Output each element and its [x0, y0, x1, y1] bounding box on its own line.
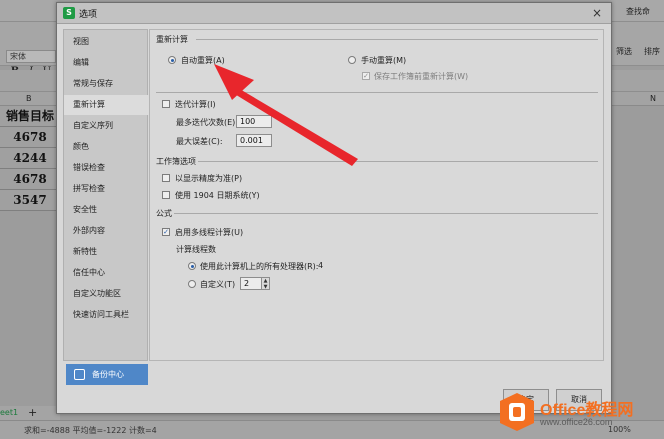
- sidebar-item-edit[interactable]: 编辑: [64, 53, 149, 73]
- sidebar-item-security[interactable]: 安全性: [64, 200, 149, 220]
- save-before-recalc-label[interactable]: 保存工作簿前重新计算(W): [374, 71, 468, 82]
- manual-recalc-label[interactable]: 手动重算(M): [361, 55, 406, 66]
- max-change-input[interactable]: 0.001: [236, 134, 272, 147]
- sheet-tab-bar: eet1 +: [0, 406, 60, 420]
- wps-app-icon: S: [63, 7, 75, 19]
- find-command-label[interactable]: 查找命: [626, 6, 650, 17]
- filter-label[interactable]: 筛选: [616, 46, 632, 57]
- manual-recalc-radio[interactable]: [348, 56, 356, 64]
- processor-count: 4: [318, 261, 324, 270]
- sidebar-item-general-save[interactable]: 常规与保存: [64, 74, 149, 94]
- sidebar-item-external-content[interactable]: 外部内容: [64, 221, 149, 241]
- max-iterations-input[interactable]: 100: [236, 115, 272, 128]
- workbook-section-title: 工作簿选项: [156, 157, 196, 166]
- sidebar-item-error-checking[interactable]: 错误检查: [64, 158, 149, 178]
- recalc-section-title: 重新计算: [156, 35, 188, 44]
- auto-recalc-label[interactable]: 自动重算(A): [181, 55, 225, 66]
- options-dialog: S 选项 × 视图 编辑 常规与保存 重新计算 自定义序列 颜色 错误检查 拼写…: [56, 2, 612, 414]
- backup-icon: [74, 369, 85, 380]
- divider: [174, 213, 598, 214]
- recalculation-panel: 重新计算 自动重算(A) 手动重算(M) ✓ 保存工作簿前重新计算(W) 迭代计…: [149, 29, 604, 361]
- close-button[interactable]: ×: [589, 5, 605, 21]
- sidebar-item-custom-lists[interactable]: 自定义序列: [64, 116, 149, 136]
- column-b-header[interactable]: B: [26, 94, 32, 103]
- dialog-title: 选项: [79, 10, 98, 20]
- formula-section-title: 公式: [156, 209, 172, 218]
- threads-title: 计算线程数: [176, 245, 216, 254]
- sidebar-item-new-features[interactable]: 新特性: [64, 242, 149, 262]
- table-cell[interactable]: 4678: [0, 127, 60, 148]
- custom-threads-spinner[interactable]: ▲ ▼: [262, 277, 270, 290]
- max-iterations-label: 最多迭代次数(E):: [176, 118, 238, 127]
- divider: [198, 161, 598, 162]
- options-sidebar: 视图 编辑 常规与保存 重新计算 自定义序列 颜色 错误检查 拼写检查 安全性 …: [63, 29, 149, 361]
- sort-label[interactable]: 排序: [644, 46, 660, 57]
- sheet-tab[interactable]: eet1: [0, 408, 18, 417]
- precision-as-displayed-label[interactable]: 以显示精度为准(P): [175, 173, 242, 184]
- multithread-checkbox[interactable]: ✓: [162, 228, 170, 236]
- add-sheet-button[interactable]: +: [28, 406, 37, 419]
- sidebar-item-view[interactable]: 视图: [64, 32, 149, 52]
- use-all-processors-label[interactable]: 使用此计算机上的所有处理器(R):: [200, 261, 319, 272]
- auto-recalc-radio[interactable]: [168, 56, 176, 64]
- use-all-processors-radio[interactable]: [188, 262, 196, 270]
- font-name-box[interactable]: 宋体: [6, 50, 56, 63]
- backup-center-label: 备份中心: [92, 370, 124, 379]
- precision-as-displayed-checkbox[interactable]: [162, 174, 170, 182]
- table-cell[interactable]: 4244: [0, 148, 60, 169]
- date-1904-checkbox[interactable]: [162, 191, 170, 199]
- iteration-label[interactable]: 迭代计算(I): [175, 99, 216, 110]
- backup-center-button[interactable]: 备份中心: [66, 364, 148, 385]
- sidebar-item-customize-ribbon[interactable]: 自定义功能区: [64, 284, 149, 304]
- custom-threads-radio[interactable]: [188, 280, 196, 288]
- watermark-url: www.office26.com: [540, 417, 613, 427]
- status-summary: 求和=-4888 平均值=-1222 计数=4: [24, 426, 157, 435]
- cell-grid: 销售目标 4678 4244 4678 3547: [0, 106, 60, 406]
- table-cell[interactable]: 4678: [0, 169, 60, 190]
- custom-threads-input[interactable]: 2: [240, 277, 262, 290]
- sidebar-item-spelling[interactable]: 拼写检查: [64, 179, 149, 199]
- sidebar-item-colors[interactable]: 颜色: [64, 137, 149, 157]
- column-n-header[interactable]: N: [650, 94, 656, 103]
- office26-watermark: Office教程网 www.office26.com: [494, 390, 664, 439]
- office-logo-icon: [500, 393, 534, 431]
- ribbon-right: 查找命 筛选 排序: [604, 0, 664, 70]
- sidebar-item-recalculation[interactable]: 重新计算: [64, 95, 149, 115]
- iteration-checkbox[interactable]: [162, 100, 170, 108]
- divider: [156, 92, 598, 93]
- multithread-label[interactable]: 启用多线程计算(U): [175, 227, 243, 238]
- divider: [196, 39, 598, 40]
- max-change-label: 最大误差(C):: [176, 137, 223, 146]
- custom-threads-label[interactable]: 自定义(T): [200, 279, 235, 290]
- header-cell[interactable]: 销售目标: [0, 106, 60, 127]
- dialog-titlebar[interactable]: S 选项 ×: [57, 3, 611, 24]
- sidebar-item-trust-center[interactable]: 信任中心: [64, 263, 149, 283]
- save-before-recalc-checkbox[interactable]: ✓: [362, 72, 370, 80]
- table-cell[interactable]: 3547: [0, 190, 60, 211]
- sidebar-item-quick-access[interactable]: 快速访问工具栏: [64, 305, 149, 325]
- date-1904-label[interactable]: 使用 1904 日期系统(Y): [175, 190, 260, 201]
